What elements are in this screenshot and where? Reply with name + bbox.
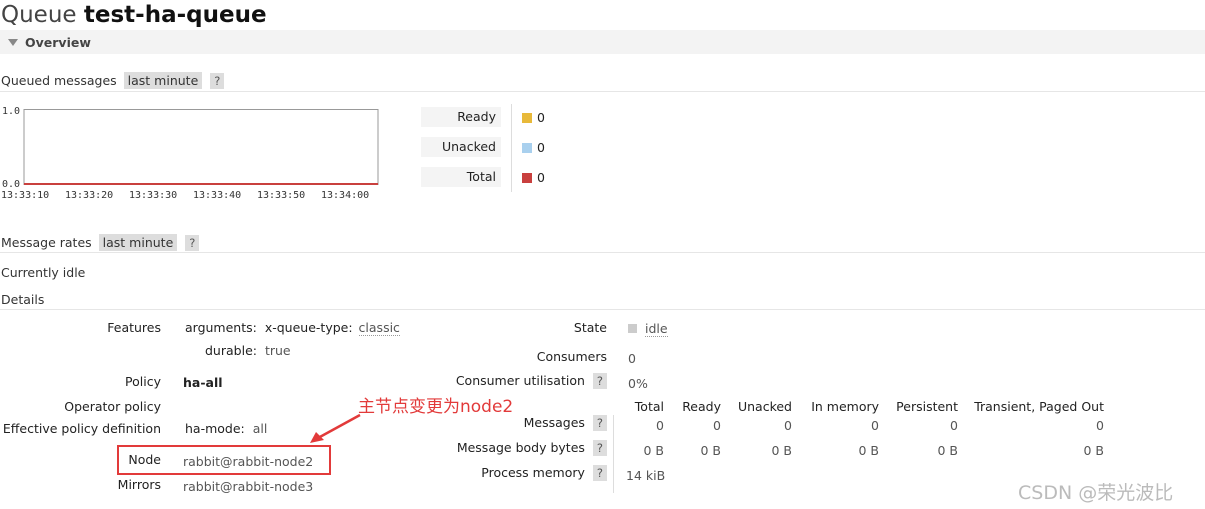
x-queue-type-key: x-queue-type: (264, 320, 353, 335)
messages-cell: 0 (784, 418, 792, 433)
x-tick-label: 13:33:30 (129, 190, 177, 201)
legend-value-unacked: 0 (537, 140, 545, 155)
effective-policy-label: Effective policy definition (2, 421, 161, 436)
annotation-text: 主节点变更为node2 (358, 397, 514, 417)
durable-value: true (264, 343, 291, 358)
message-rates-label: Message rates (1, 235, 92, 250)
consumer-utilisation-row: Consumer utilisation ? (456, 373, 607, 389)
features-label: Features (107, 320, 161, 335)
legend-label-ready: Ready (421, 107, 501, 127)
mirrors-value: rabbit@rabbit-node3 (183, 479, 314, 494)
arguments-row: arguments: x-queue-type: classic (185, 320, 400, 336)
stats-divider (613, 415, 614, 493)
body-bytes-cell: 0 B (771, 443, 792, 458)
page-title: Queue test-ha-queue (1, 2, 267, 28)
messages-cell: 0 (871, 418, 879, 433)
divider (0, 309, 1205, 310)
body-bytes-help-button[interactable]: ? (592, 440, 607, 456)
mirrors-label: Mirrors (117, 477, 161, 492)
body-bytes-row-label: Message body bytes ? (457, 440, 607, 456)
messages-cell: 0 (656, 418, 664, 433)
legend-label-total: Total (421, 167, 501, 187)
consumer-utilisation-help-button[interactable]: ? (592, 373, 607, 389)
column-header: Unacked (737, 399, 792, 414)
state-row: idle (628, 321, 668, 337)
consumer-utilisation-label: Consumer utilisation (455, 373, 585, 388)
watermark: CSDN @荣光波比 (1018, 482, 1174, 504)
operator-policy-label: Operator policy (64, 399, 161, 414)
process-memory-row-label: Process memory ? (481, 465, 607, 481)
details-label: Details (1, 292, 45, 307)
body-bytes-cell: 0 B (700, 443, 721, 458)
messages-cell: 0 (1096, 418, 1104, 433)
legend-label-unacked: Unacked (421, 137, 501, 157)
consumers-label: Consumers (536, 349, 607, 364)
ha-mode-value: all (252, 421, 268, 436)
consumer-utilisation-value: 0% (628, 376, 648, 391)
body-bytes-cell: 0 B (1083, 443, 1104, 458)
body-bytes-cell: 0 B (937, 443, 958, 458)
durable-key: durable: (205, 343, 257, 358)
x-tick-label: 13:33:40 (193, 190, 241, 201)
column-header: Total (634, 399, 664, 414)
queued-messages-label: Queued messages (1, 73, 117, 88)
messages-row-label: Messages ? (524, 415, 607, 431)
annotation-arrow-icon (310, 413, 361, 443)
body-bytes-label: Message body bytes (456, 440, 585, 455)
column-header: Transient, Paged Out (974, 399, 1104, 414)
x-tick-label: 13:33:10 (1, 190, 49, 201)
legend-value-ready: 0 (537, 110, 545, 125)
legend-swatch-total (522, 173, 532, 183)
policy-label: Policy (125, 374, 161, 389)
body-bytes-cell: 0 B (858, 443, 879, 458)
divider (0, 252, 1205, 253)
column-header: Ready (682, 399, 721, 414)
queued-messages-header: Queued messages last minute ? (1, 72, 225, 89)
x-tick-label: 13:33:20 (65, 190, 113, 201)
process-memory-label: Process memory (481, 465, 585, 480)
state-label: State (573, 320, 607, 335)
legend-swatch-ready (522, 113, 532, 123)
rates-status: Currently idle (1, 265, 86, 280)
process-memory-help-button[interactable]: ? (592, 465, 607, 481)
messages-label: Messages (523, 415, 585, 430)
process-memory-value: 14 kiB (626, 468, 666, 483)
overview-label: Overview (25, 35, 91, 50)
column-header: Persistent (896, 399, 958, 414)
messages-help-button[interactable]: ? (592, 415, 607, 431)
state-value: idle (644, 321, 668, 337)
legend-swatch-unacked (522, 143, 532, 153)
message-rates-header: Message rates last minute ? (1, 234, 200, 251)
policy-link[interactable]: ha-all (183, 375, 223, 390)
ha-mode-row: ha-mode: all (185, 421, 267, 436)
durable-row: durable: true (205, 343, 291, 358)
collapse-triangle-icon (8, 39, 18, 46)
x-queue-type-value: classic (358, 320, 400, 336)
column-header: In memory (811, 399, 879, 414)
messages-cell: 0 (950, 418, 958, 433)
overview-section-toggle[interactable]: Overview (0, 30, 1205, 54)
queued-messages-chart: 13:33:10 13:33:20 13:33:30 13:33:40 13:33:50… (1, 109, 379, 201)
node-highlight-box (117, 445, 331, 475)
queued-help-button[interactable]: ? (210, 73, 225, 89)
divider (0, 91, 1205, 92)
state-indicator-icon (628, 324, 637, 333)
body-bytes-cell: 0 B (643, 443, 664, 458)
legend-divider (511, 104, 512, 192)
messages-cell: 0 (713, 418, 721, 433)
x-tick-label: 13:34:00 (321, 190, 369, 201)
rates-help-button[interactable]: ? (185, 235, 200, 251)
queued-range-selector[interactable]: last minute (123, 72, 203, 89)
queue-name: test-ha-queue (83, 2, 267, 28)
ha-mode-key: ha-mode: (185, 421, 245, 436)
legend-value-total: 0 (537, 170, 545, 185)
x-tick-label: 13:33:50 (257, 190, 305, 201)
arguments-key: arguments: (185, 320, 257, 335)
chart-plot-area (23, 109, 379, 185)
rates-range-selector[interactable]: last minute (98, 234, 178, 251)
title-prefix: Queue (1, 2, 77, 28)
consumers-value: 0 (628, 351, 636, 366)
